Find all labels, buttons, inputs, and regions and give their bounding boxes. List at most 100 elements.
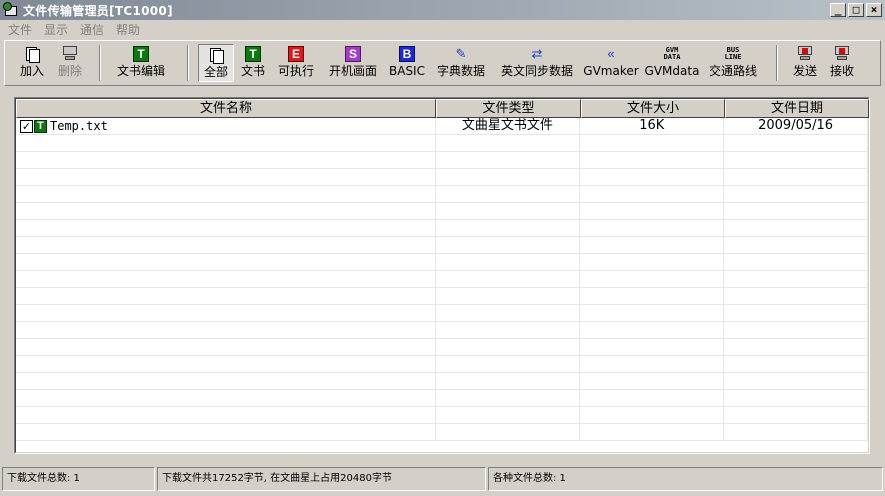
file-checkbox[interactable]: ✓: [20, 119, 33, 133]
empty-cell: [16, 407, 436, 423]
empty-row: [16, 305, 868, 322]
text-edit-button[interactable]: T 文书编辑: [111, 44, 171, 82]
gvm-data-icon: GVM DATA: [663, 46, 681, 62]
empty-cell: [724, 135, 868, 151]
empty-cell: [16, 254, 436, 270]
bus-line-icon-text: LINE: [724, 53, 742, 61]
filter-basic-label: BASIC: [389, 64, 425, 78]
empty-cell: [724, 254, 868, 270]
empty-cell: [580, 407, 725, 423]
menu-help[interactable]: 帮助: [110, 21, 146, 38]
empty-row: [16, 322, 868, 339]
empty-row: [16, 220, 868, 237]
empty-row: [16, 288, 868, 305]
empty-cell: [580, 390, 725, 406]
add-button[interactable]: 加入: [13, 44, 51, 82]
document-stack-icon: [24, 46, 40, 63]
empty-cell: [436, 339, 581, 355]
filter-bus-label: 交通路线: [708, 64, 757, 78]
empty-cell: [724, 288, 868, 304]
filter-exec-label: 可执行: [277, 64, 314, 78]
filter-text-button[interactable]: T 文书: [236, 44, 270, 82]
app-icon[interactable]: [3, 2, 19, 18]
gvmaker-icon: «: [607, 46, 615, 61]
empty-cell: [436, 305, 581, 321]
filter-boot-button[interactable]: S 开机画面: [323, 44, 383, 82]
filter-basic-button[interactable]: B BASIC: [385, 44, 429, 82]
column-size-header[interactable]: 文件大小: [581, 99, 725, 118]
empty-cell: [436, 237, 581, 253]
empty-cell: [580, 186, 725, 202]
empty-cell: [580, 271, 725, 287]
menu-bar: 文件 显示 通信 帮助: [0, 20, 885, 38]
empty-cell: [724, 186, 868, 202]
filter-all-button[interactable]: 全部: [198, 44, 234, 82]
filter-boot-label: 开机画面: [328, 64, 377, 78]
empty-row: [16, 203, 868, 220]
column-date-header[interactable]: 文件日期: [725, 99, 869, 118]
text-file-icon: T: [34, 119, 47, 133]
file-list-rows: ✓ T Temp.txt 文曲星文书文件 16K 2009/05/16: [16, 118, 868, 441]
menu-view[interactable]: 显示: [38, 21, 74, 38]
menu-comm[interactable]: 通信: [74, 21, 110, 38]
column-name-header[interactable]: 文件名称: [16, 99, 436, 118]
empty-cell: [16, 135, 436, 151]
menu-file[interactable]: 文件: [0, 21, 38, 38]
filter-gvmdata-button[interactable]: GVM DATA GVMdata: [643, 44, 701, 82]
file-list[interactable]: 文件名称 文件类型 文件大小 文件日期 ✓ T Temp.txt 文曲星文书文件…: [14, 97, 870, 454]
dictionary-icon: ✎: [455, 46, 467, 61]
empty-cell: [436, 407, 581, 423]
filter-exec-button[interactable]: E 可执行: [273, 44, 319, 82]
file-row[interactable]: ✓ T Temp.txt 文曲星文书文件 16K 2009/05/16: [16, 118, 868, 135]
filter-gvmaker-button[interactable]: « GVmaker: [583, 44, 639, 82]
empty-cell: [724, 152, 868, 168]
empty-cell: [724, 237, 868, 253]
receive-label: 接收: [829, 64, 854, 78]
text-edit-icon: T: [133, 46, 149, 62]
empty-cell: [16, 288, 436, 304]
empty-cell: [436, 220, 581, 236]
empty-cell: [16, 203, 436, 219]
empty-cell: [16, 424, 436, 440]
boot-screen-icon: S: [345, 46, 361, 62]
empty-cell: [436, 203, 581, 219]
file-list-header: 文件名称 文件类型 文件大小 文件日期: [16, 99, 869, 118]
toolbar-separator: [776, 45, 778, 81]
gvm-data-icon-text: DATA: [663, 53, 681, 61]
empty-cell: [16, 339, 436, 355]
empty-cell: [16, 305, 436, 321]
send-button[interactable]: 发送: [789, 44, 821, 82]
filter-dict-label: 字典数据: [436, 64, 485, 78]
filter-dict-button[interactable]: ✎ 字典数据: [431, 44, 491, 82]
empty-cell: [16, 373, 436, 389]
filter-gvmaker-label: GVmaker: [583, 64, 639, 78]
empty-row: [16, 169, 868, 186]
filter-ensync-button[interactable]: ⇄ 英文同步数据: [495, 44, 579, 82]
empty-cell: [16, 220, 436, 236]
toolbar-separator: [187, 45, 189, 81]
minimize-button[interactable]: _: [830, 3, 846, 17]
receive-button[interactable]: 接收: [826, 44, 858, 82]
empty-cell: [436, 186, 581, 202]
empty-cell: [436, 322, 581, 338]
empty-row: [16, 254, 868, 271]
empty-cell: [724, 305, 868, 321]
filter-ensync-label: 英文同步数据: [500, 64, 573, 78]
delete-button[interactable]: 删除: [51, 44, 89, 82]
column-type-header[interactable]: 文件类型: [436, 99, 581, 118]
filter-bus-button[interactable]: BUS LINE 交通路线: [703, 44, 763, 82]
empty-cell: [580, 373, 725, 389]
empty-row: [16, 373, 868, 390]
file-date-cell: 2009/05/16: [724, 118, 868, 134]
file-name: Temp.txt: [50, 119, 108, 133]
empty-row: [16, 424, 868, 441]
add-label: 加入: [19, 64, 44, 78]
close-button[interactable]: ×: [866, 3, 882, 17]
empty-cell: [724, 407, 868, 423]
computer-icon: [62, 46, 78, 62]
empty-cell: [580, 254, 725, 270]
empty-cell: [436, 356, 581, 372]
maximize-button[interactable]: □: [848, 3, 864, 17]
empty-row: [16, 407, 868, 424]
empty-row: [16, 135, 868, 152]
